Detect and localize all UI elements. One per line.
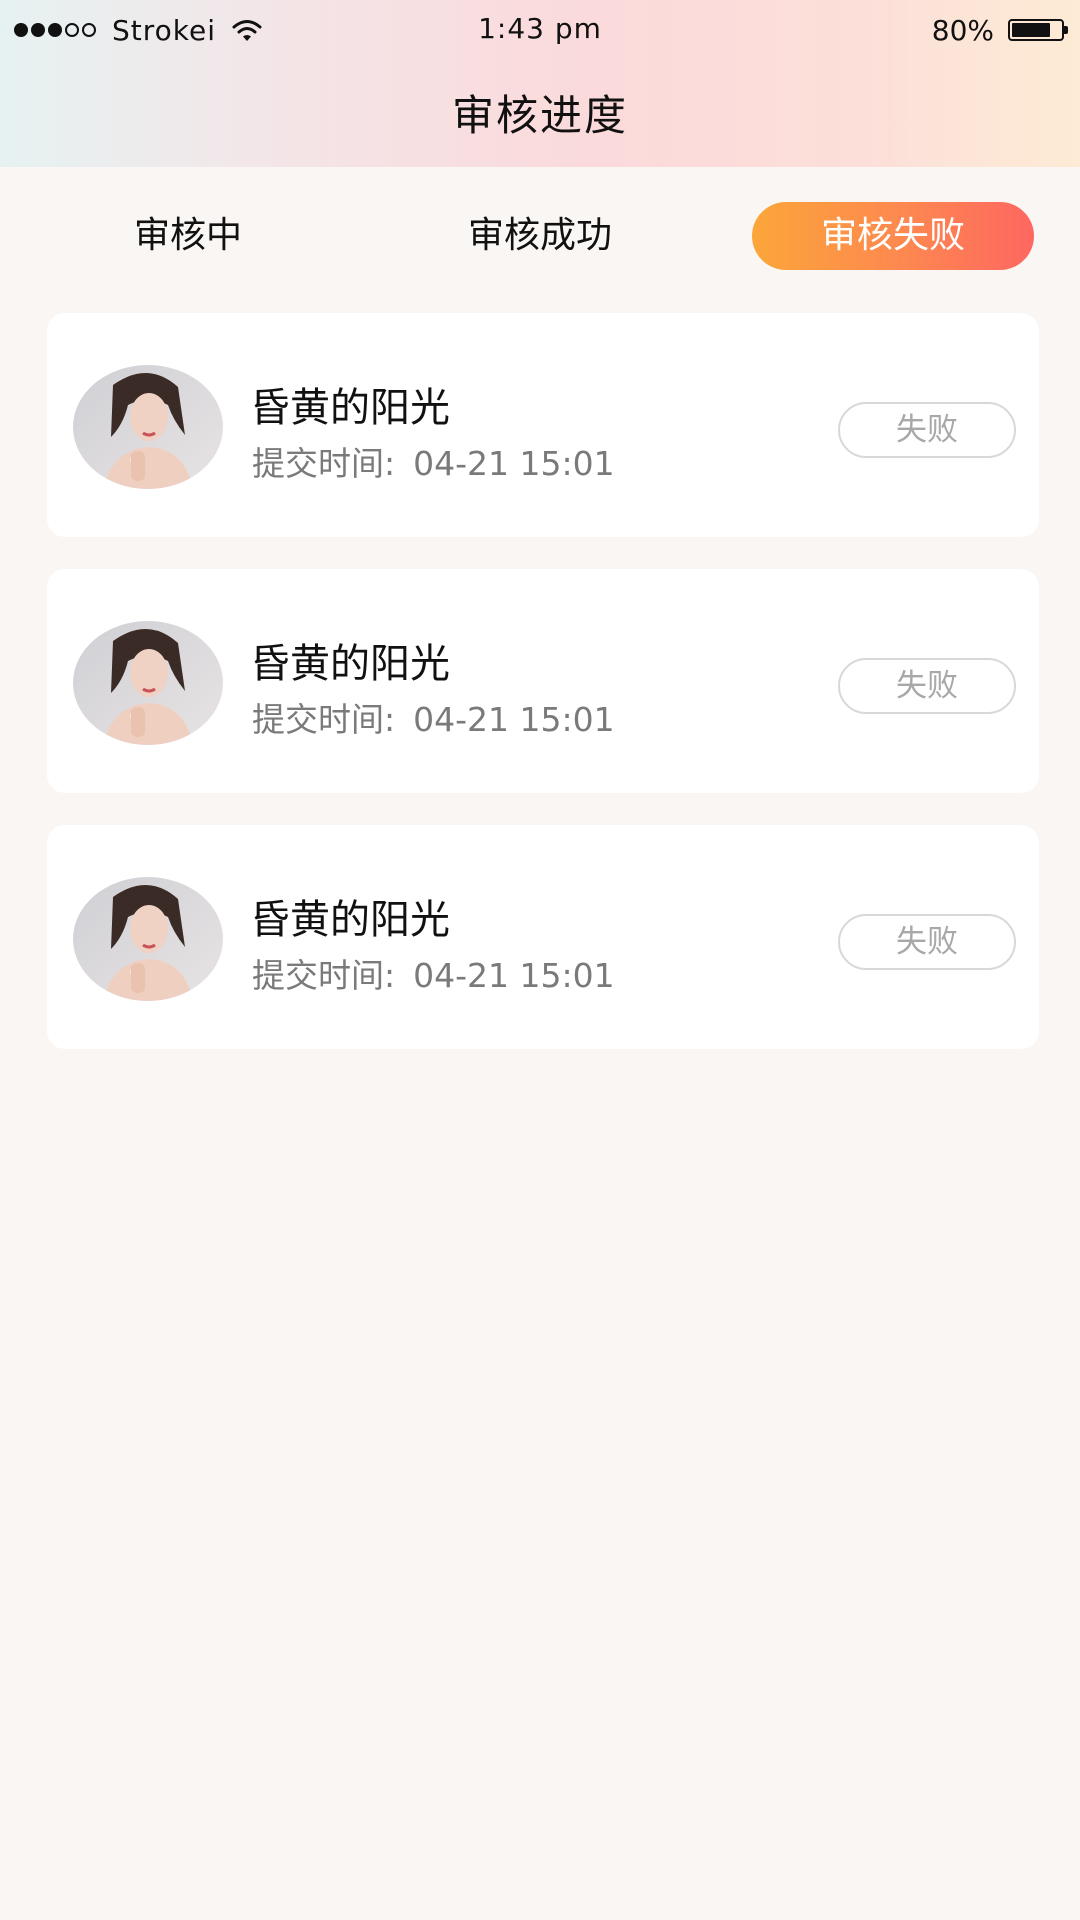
status-bar: Strokei 1:43 pm 80% (0, 0, 1080, 60)
submit-time-line: 提交时间: 04-21 15:01 (252, 437, 615, 485)
username: 昏黄的阳光 (250, 641, 450, 687)
status-badge: 失败 (838, 658, 1016, 714)
header: Strokei 1:43 pm 80% 审核进度 (0, 0, 1080, 167)
review-record-card[interactable]: 昏黄的阳光 提交时间: 04-21 15:01 失败 (47, 825, 1039, 1049)
status-time: 1:43 pm (478, 12, 602, 45)
submit-time-value: 04-21 15:01 (413, 444, 615, 483)
user-photo-icon (73, 621, 223, 745)
tab-review-failed[interactable]: 审核失败 (752, 202, 1034, 270)
status-right: 80% (931, 12, 1068, 48)
battery-icon (1008, 19, 1068, 41)
avatar (73, 365, 223, 489)
status-badge: 失败 (838, 914, 1016, 970)
submit-time-value: 04-21 15:01 (413, 956, 615, 995)
battery-tip (1064, 26, 1068, 34)
page-title: 审核进度 (451, 91, 628, 140)
user-photo-icon (73, 877, 223, 1001)
battery-percent: 80% (931, 13, 994, 47)
review-status-tabs: 审核中 审核成功 审核失败 (0, 202, 1080, 270)
battery-fill (1012, 23, 1051, 37)
submit-time-label: 提交时间: (252, 700, 396, 739)
status-badge: 失败 (838, 402, 1016, 458)
user-photo-icon (73, 365, 223, 489)
review-record-card[interactable]: 昏黄的阳光 提交时间: 04-21 15:01 失败 (47, 313, 1039, 537)
submit-time-line: 提交时间: 04-21 15:01 (252, 693, 615, 741)
review-record-list: 昏黄的阳光 提交时间: 04-21 15:01 失败 昏黄的阳光 提交时间: 0… (47, 313, 1039, 1081)
username: 昏黄的阳光 (250, 385, 450, 431)
username: 昏黄的阳光 (250, 897, 450, 943)
tab-review-success[interactable]: 审核成功 (430, 202, 650, 270)
submit-time-value: 04-21 15:01 (413, 700, 615, 739)
review-record-card[interactable]: 昏黄的阳光 提交时间: 04-21 15:01 失败 (47, 569, 1039, 793)
tab-reviewing[interactable]: 审核中 (90, 202, 286, 270)
submit-time-label: 提交时间: (252, 444, 396, 483)
avatar (73, 621, 223, 745)
avatar (73, 877, 223, 1001)
submit-time-line: 提交时间: 04-21 15:01 (252, 949, 615, 997)
submit-time-label: 提交时间: (252, 956, 396, 995)
